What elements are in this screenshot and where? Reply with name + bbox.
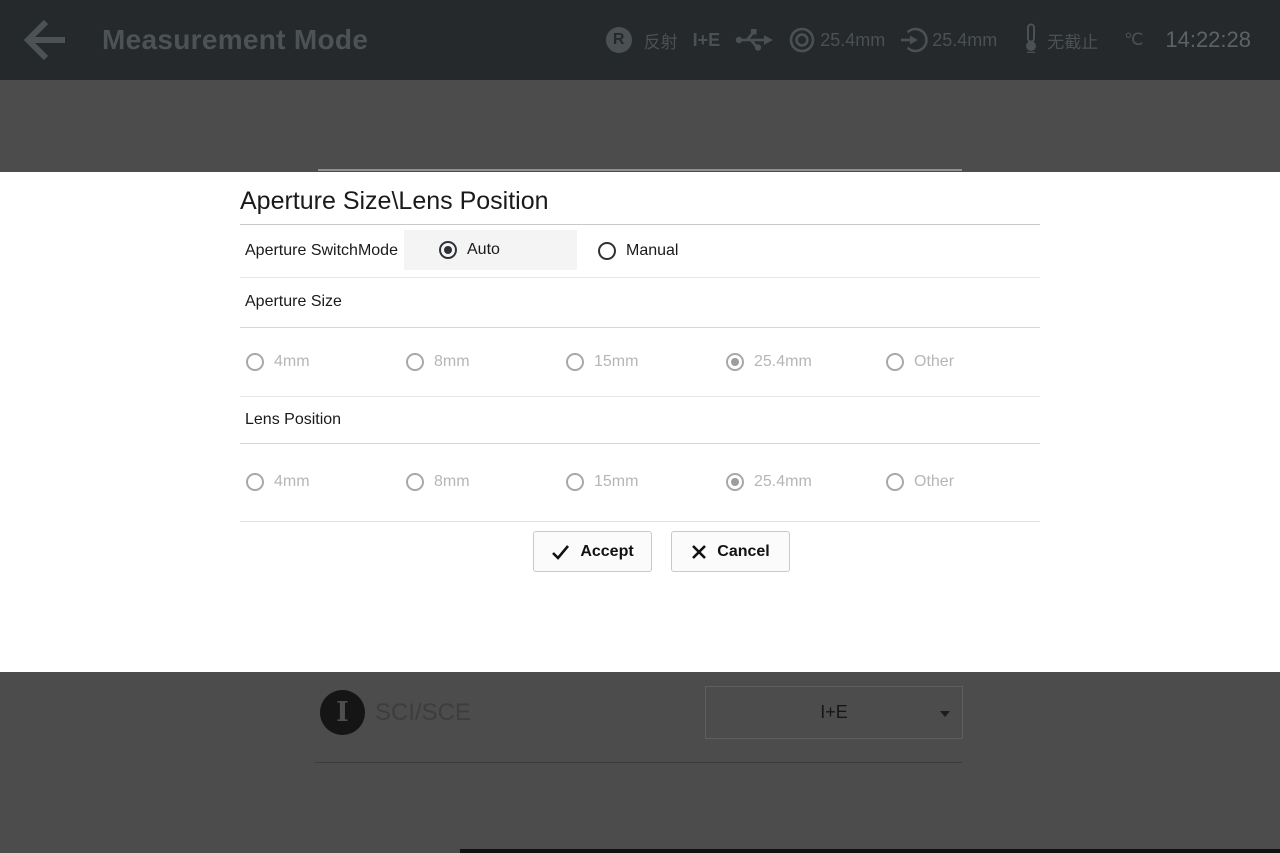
aperture-15mm-radio: 15mm bbox=[566, 353, 638, 371]
radio-circle bbox=[566, 353, 584, 371]
radio-label: 8mm bbox=[434, 353, 470, 371]
bottom-edge-bar bbox=[460, 849, 1280, 853]
radio-label: Other bbox=[914, 473, 954, 491]
radio-circle bbox=[566, 473, 584, 491]
aperture-other-radio: Other bbox=[886, 353, 954, 371]
clock: 14:22:28 bbox=[1165, 27, 1251, 53]
lens-4mm-radio: 4mm bbox=[246, 473, 310, 491]
lens-8mm-radio: 8mm bbox=[406, 473, 470, 491]
uv-cutoff-status: 无截止 bbox=[1047, 28, 1098, 53]
radio-label: 25.4mm bbox=[754, 353, 812, 371]
dimmed-background-bottom: I SCI/SCE I+E bbox=[0, 672, 1280, 853]
aperture-size-options: 4mm 8mm 15mm 25.4mm Other bbox=[240, 327, 1040, 396]
radio-circle bbox=[726, 353, 744, 371]
aperture-switchmode-row: Aperture SwitchMode Auto Manual bbox=[240, 224, 1040, 277]
aperture-25.4mm-radio: 25.4mm bbox=[726, 353, 812, 371]
accept-button[interactable]: Accept bbox=[533, 531, 652, 572]
temperature-unit: ℃ bbox=[1124, 30, 1143, 50]
reflectance-mode-label: 反射 bbox=[644, 28, 678, 53]
reflectance-mode-icon: R bbox=[606, 27, 632, 53]
lens-other-radio: Other bbox=[886, 473, 954, 491]
radio-auto-circle[interactable] bbox=[439, 241, 457, 259]
radio-label: 15mm bbox=[594, 353, 638, 371]
close-icon bbox=[691, 544, 707, 560]
aperture-switchmode-label: Aperture SwitchMode bbox=[245, 242, 398, 260]
radio-circle bbox=[406, 353, 424, 371]
radio-circle bbox=[406, 473, 424, 491]
radio-auto-label: Auto bbox=[467, 241, 500, 259]
radio-label: 4mm bbox=[274, 473, 310, 491]
aperture-8mm-radio: 8mm bbox=[406, 353, 470, 371]
lens-position-label: Lens Position bbox=[245, 411, 341, 429]
sci-sce-dropdown-value: I+E bbox=[820, 702, 848, 723]
radio-circle bbox=[246, 353, 264, 371]
aperture-4mm-radio: 4mm bbox=[246, 353, 310, 371]
check-icon bbox=[551, 544, 570, 560]
background-divider bbox=[315, 762, 962, 763]
sci-sce-icon-letter: I bbox=[336, 699, 349, 726]
status-indicators: R 反射 I+E 25.4mm bbox=[606, 0, 1251, 80]
divider bbox=[240, 521, 1040, 522]
lens-position-section: Lens Position bbox=[240, 396, 1040, 443]
aperture-lens-dialog: Aperture Size\Lens Position Aperture Swi… bbox=[0, 172, 1280, 672]
aperture-size-section: Aperture Size bbox=[240, 277, 1040, 327]
lens-position-options: 4mm 8mm 15mm 25.4mm Other bbox=[240, 443, 1040, 521]
usb-icon bbox=[735, 26, 773, 54]
radio-label: 25.4mm bbox=[754, 473, 812, 491]
page-title: Measurement Mode bbox=[102, 24, 368, 56]
sci-sce-setting-label: SCI/SCE bbox=[375, 699, 471, 727]
radio-label: Other bbox=[914, 353, 954, 371]
back-arrow-icon bbox=[21, 15, 67, 65]
radio-label: 4mm bbox=[274, 353, 310, 371]
back-button[interactable] bbox=[20, 16, 68, 64]
radio-circle bbox=[246, 473, 264, 491]
radio-circle bbox=[886, 473, 904, 491]
background-divider bbox=[318, 169, 962, 171]
aperture-size-value: 25.4mm bbox=[820, 30, 885, 51]
aperture-size-label: Aperture Size bbox=[245, 293, 342, 311]
aperture-size-icon bbox=[788, 26, 816, 54]
lens-position-icon bbox=[900, 26, 928, 54]
cancel-button[interactable]: Cancel bbox=[671, 531, 790, 572]
lens-25.4mm-radio: 25.4mm bbox=[726, 473, 812, 491]
radio-circle bbox=[726, 473, 744, 491]
sci-sce-dropdown: I+E bbox=[705, 686, 963, 739]
thermometer-icon bbox=[1023, 23, 1039, 58]
dialog-title: Aperture Size\Lens Position bbox=[240, 186, 549, 216]
radio-auto[interactable]: Auto bbox=[404, 230, 577, 270]
dimmed-background-top bbox=[0, 80, 1280, 172]
radio-label: 15mm bbox=[594, 473, 638, 491]
top-bar: Measurement Mode R 反射 I+E 25.4mm bbox=[0, 0, 1280, 80]
radio-manual[interactable]: Manual bbox=[598, 224, 678, 277]
cancel-button-label: Cancel bbox=[717, 543, 769, 561]
sci-sce-status: I+E bbox=[693, 30, 721, 51]
radio-manual-circle[interactable] bbox=[598, 242, 616, 260]
lens-15mm-radio: 15mm bbox=[566, 473, 638, 491]
accept-button-label: Accept bbox=[580, 543, 633, 561]
radio-label: 8mm bbox=[434, 473, 470, 491]
lens-position-value: 25.4mm bbox=[932, 30, 997, 51]
radio-circle bbox=[886, 353, 904, 371]
sci-sce-icon: I bbox=[320, 690, 365, 735]
chevron-down-icon bbox=[940, 711, 950, 717]
radio-manual-label: Manual bbox=[626, 242, 678, 260]
